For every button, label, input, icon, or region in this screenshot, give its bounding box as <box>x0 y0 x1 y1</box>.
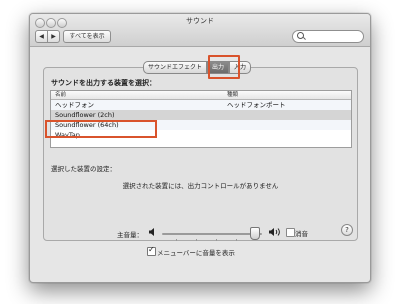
table-header: 名前 種類 <box>51 91 351 100</box>
output-tab-highlight <box>208 55 240 79</box>
output-volume-label: 主音量： <box>117 231 143 239</box>
output-device-table[interactable]: 名前 種類 ヘッドフォン ヘッドフォンポート Soundflower (2ch)… <box>50 90 352 148</box>
volume-tick <box>176 239 177 241</box>
sound-preferences-window: サウンド ◀ ▶ すべてを表示 サウンドを出力する装置を選択： 名前 種類 ヘッ… <box>29 13 371 283</box>
column-header-type[interactable]: 種類 <box>227 91 238 99</box>
mute-checkbox[interactable] <box>286 228 295 237</box>
device-row-headphones[interactable]: ヘッドフォン ヘッドフォンポート <box>51 100 351 110</box>
device-type: ヘッドフォンポート <box>227 101 286 109</box>
forward-button[interactable]: ▶ <box>47 30 60 43</box>
speaker-low-icon <box>149 228 154 236</box>
show-all-button[interactable]: すべてを表示 <box>63 30 111 43</box>
volume-tick <box>216 239 217 241</box>
device-prompt: サウンドを出力する装置を選択： <box>51 79 156 87</box>
search-input[interactable] <box>292 30 364 43</box>
help-button[interactable]: ? <box>341 224 353 236</box>
tab-sound-effects[interactable]: サウンドエフェクト <box>143 61 208 74</box>
selected-device-settings-label: 選択した装置の設定： <box>51 165 116 173</box>
show-volume-in-menu-bar-checkbox[interactable] <box>147 245 156 256</box>
column-header-name[interactable]: 名前 <box>55 91 66 99</box>
device-row-soundflower-2ch[interactable]: Soundflower (2ch) <box>51 110 351 120</box>
show-volume-in-menu-bar-label: メニューバーに音量を表示 <box>157 249 235 257</box>
no-output-controls-message: 選択された装置には、出力コントロールがありません <box>122 182 279 190</box>
output-panel: サウンドを出力する装置を選択： 名前 種類 ヘッドフォン ヘッドフォンポート S… <box>43 67 358 241</box>
device-name: ヘッドフォン <box>55 101 94 109</box>
search-icon <box>297 32 304 39</box>
device-name: Soundflower (2ch) <box>55 111 115 119</box>
volume-tick <box>196 239 197 241</box>
window-title: サウンド <box>186 17 214 25</box>
volume-tick <box>236 239 237 241</box>
selected-device-highlight <box>45 120 157 138</box>
volume-slider-knob[interactable] <box>250 227 260 240</box>
volume-slider[interactable] <box>162 233 262 235</box>
titlebar: サウンド ◀ ▶ すべてを表示 <box>30 14 370 47</box>
speaker-high-icon <box>269 228 280 236</box>
mute-label: 消音 <box>295 230 308 238</box>
